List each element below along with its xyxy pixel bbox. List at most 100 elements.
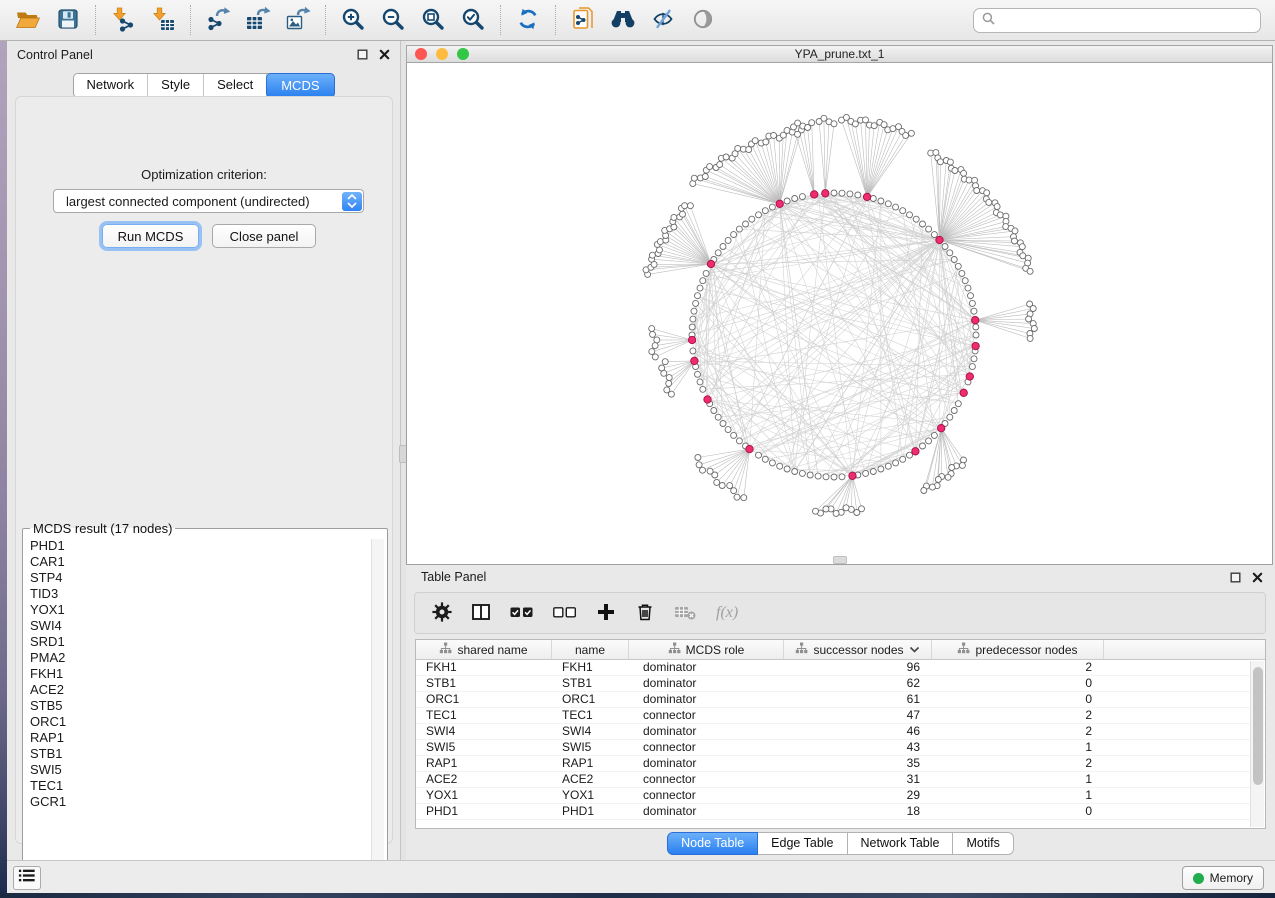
zoom-out-button[interactable]	[373, 3, 413, 37]
table-cell: 62	[784, 676, 932, 691]
unselect-all-columns-button[interactable]	[552, 597, 578, 629]
show-eye-button[interactable]	[683, 3, 723, 37]
tab-edge-table[interactable]: Edge Table	[758, 832, 847, 855]
column-header-predecessor-nodes[interactable]: predecessor nodes	[932, 640, 1104, 659]
mcds-result-item[interactable]: CAR1	[30, 554, 387, 570]
column-header-name[interactable]: name	[552, 640, 629, 659]
new-network-file-button[interactable]	[563, 3, 603, 37]
zoom-selected-button[interactable]	[453, 3, 493, 37]
split-panel-button[interactable]	[470, 597, 492, 629]
mcds-result-item[interactable]: GCR1	[30, 794, 387, 810]
mcds-result-item[interactable]: FKH1	[30, 666, 387, 682]
mcds-result-item[interactable]: PMA2	[30, 650, 387, 666]
add-column-button[interactable]	[595, 597, 617, 629]
search-box[interactable]	[973, 8, 1261, 33]
table-row[interactable]: ORC1ORC1dominator610	[416, 692, 1265, 708]
table-scrollbar-thumb[interactable]	[1253, 667, 1263, 785]
export-network-button[interactable]	[198, 3, 238, 37]
delete-columns-button[interactable]	[634, 597, 656, 629]
mcds-result-item[interactable]: TID3	[30, 586, 387, 602]
tab-select[interactable]: Select	[204, 74, 267, 97]
table-row[interactable]: RAP1RAP1dominator352	[416, 756, 1265, 772]
mcds-result-item[interactable]: SRD1	[30, 634, 387, 650]
table-cell: 46	[784, 724, 932, 739]
run-mcds-button[interactable]: Run MCDS	[102, 224, 199, 248]
optimization-criterion-dropdown[interactable]: largest connected component (undirected)	[53, 189, 364, 213]
close-panel-button[interactable]: Close panel	[212, 224, 316, 248]
tab-style[interactable]: Style	[148, 74, 204, 97]
column-header-shared-name[interactable]: shared name	[416, 640, 552, 659]
mcds-result-item[interactable]: RAP1	[30, 730, 387, 746]
mcds-result-item[interactable]: STB1	[30, 746, 387, 762]
float-table-panel-icon[interactable]	[1230, 572, 1241, 583]
mcds-result-item[interactable]: SWI5	[30, 762, 387, 778]
tab-network[interactable]: Network	[73, 74, 148, 97]
binoculars-button[interactable]	[603, 3, 643, 37]
network-nodes[interactable]	[643, 114, 1037, 516]
network-canvas-container	[406, 63, 1273, 565]
export-image-button[interactable]	[278, 3, 318, 37]
save-button[interactable]	[48, 3, 88, 37]
table-cell: 31	[784, 772, 932, 787]
toolbar-separator	[555, 5, 556, 35]
main-toolbar	[0, 0, 1275, 41]
zoom-in-button[interactable]	[333, 3, 373, 37]
table-row[interactable]: FKH1FKH1dominator962	[416, 660, 1265, 676]
table-row[interactable]: STB1STB1dominator620	[416, 676, 1265, 692]
table-cell: 35	[784, 756, 932, 771]
table-row[interactable]: PHD1PHD1dominator180	[416, 804, 1265, 820]
table-row[interactable]: TEC1TEC1connector472	[416, 708, 1265, 724]
toolbar-icon-groups	[8, 3, 723, 37]
mcds-result-item[interactable]: ACE2	[30, 682, 387, 698]
memory-button[interactable]: Memory	[1182, 866, 1264, 890]
desktop-wallpaper-strip	[0, 41, 7, 893]
table-row[interactable]: YOX1YOX1connector291	[416, 788, 1265, 804]
tab-network-table[interactable]: Network Table	[848, 832, 954, 855]
tab-motifs[interactable]: Motifs	[953, 832, 1013, 855]
select-all-columns-button[interactable]	[509, 597, 535, 629]
import-network-icon	[110, 6, 136, 35]
mcds-result-title: MCDS result (17 nodes)	[30, 521, 175, 536]
import-network-button[interactable]	[103, 3, 143, 37]
mcds-result-item[interactable]: SWI4	[30, 618, 387, 634]
table-row[interactable]: ACE2ACE2connector311	[416, 772, 1265, 788]
table-cell: dominator	[629, 676, 784, 691]
mcds-result-list[interactable]: PHD1CAR1STP4TID3YOX1SWI4SRD1PMA2FKH1ACE2…	[23, 536, 387, 866]
close-panel-icon[interactable]	[379, 49, 390, 60]
table-cell: TEC1	[416, 708, 552, 723]
export-table-button[interactable]	[238, 3, 278, 37]
mcds-result-item[interactable]: ORC1	[30, 714, 387, 730]
table-row[interactable]: SWI4SWI4dominator462	[416, 724, 1265, 740]
trash-icon	[634, 601, 656, 626]
table-cell: connector	[629, 788, 784, 803]
task-history-button[interactable]	[13, 866, 41, 890]
mcds-result-item[interactable]: STB5	[30, 698, 387, 714]
table-row[interactable]: SWI5SWI5connector431	[416, 740, 1265, 756]
float-panel-icon[interactable]	[357, 49, 368, 60]
network-window-titlebar[interactable]: YPA_prune.txt_1	[406, 45, 1273, 63]
tab-node-table[interactable]: Node Table	[667, 832, 758, 855]
mcds-result-item[interactable]: PHD1	[30, 538, 387, 554]
open-folder-button[interactable]	[8, 3, 48, 37]
hide-panel-button[interactable]	[643, 3, 683, 37]
refresh-button[interactable]	[508, 3, 548, 37]
toolbar-separator	[95, 5, 96, 35]
zoom-fit-button[interactable]	[413, 3, 453, 37]
horizontal-splitter-grip[interactable]	[833, 556, 847, 564]
hide-panel-icon	[650, 7, 676, 34]
node-table-body: FKH1FKH1dominator962STB1STB1dominator620…	[416, 660, 1265, 820]
mcds-result-item[interactable]: STP4	[30, 570, 387, 586]
table-settings-gear-button[interactable]	[431, 597, 453, 629]
column-header-MCDS-role[interactable]: MCDS role	[629, 640, 784, 659]
tab-mcds[interactable]: MCDS	[266, 73, 334, 98]
mcds-result-item[interactable]: YOX1	[30, 602, 387, 618]
network-canvas[interactable]	[407, 63, 1272, 563]
search-input[interactable]	[1001, 14, 1252, 28]
mcds-list-scrollbar[interactable]	[371, 539, 384, 890]
column-header-successor-nodes[interactable]: successor nodes	[784, 640, 932, 659]
mcds-result-item[interactable]: TEC1	[30, 778, 387, 794]
table-scrollbar[interactable]	[1250, 661, 1264, 827]
import-table-button[interactable]	[143, 3, 183, 37]
new-network-file-icon	[571, 6, 596, 35]
close-table-panel-icon[interactable]	[1252, 572, 1263, 583]
